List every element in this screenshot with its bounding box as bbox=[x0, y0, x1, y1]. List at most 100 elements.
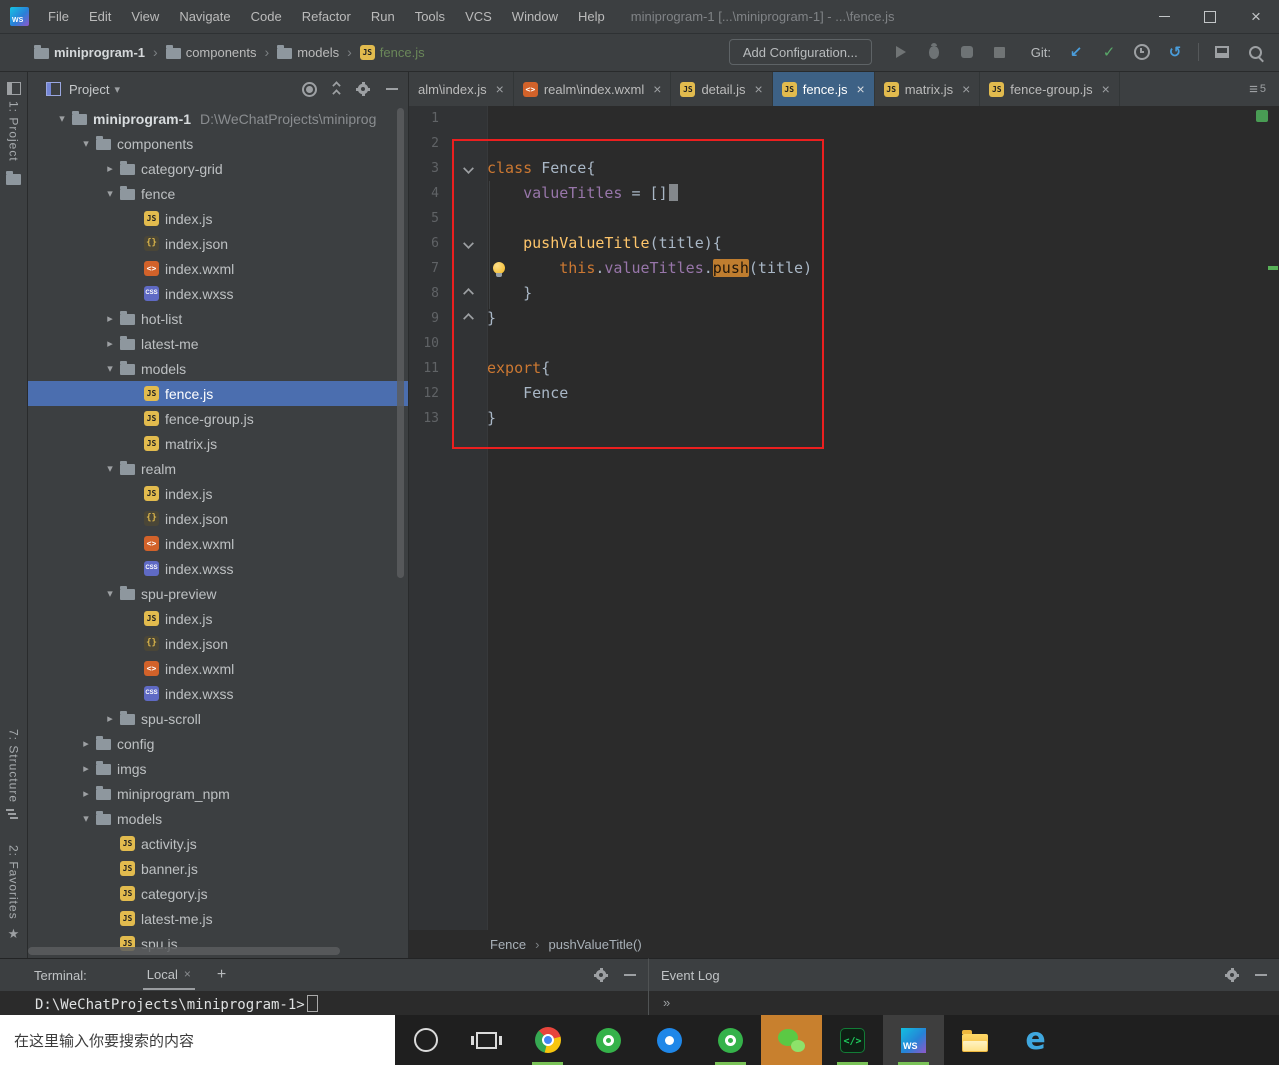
editor-tab-fence.js[interactable]: JS fence.js × bbox=[772, 72, 875, 106]
tree-item-category-grid[interactable]: ▸ category-grid bbox=[28, 156, 408, 181]
menu-navigate[interactable]: Navigate bbox=[169, 0, 240, 33]
tree-item-banner.js[interactable]: JS banner.js bbox=[28, 856, 408, 881]
terminal-minimize-button[interactable] bbox=[624, 974, 636, 976]
taskbar-task-view[interactable] bbox=[456, 1015, 517, 1065]
taskbar-wechat-devtools[interactable]: </> bbox=[822, 1015, 883, 1065]
tree-collapsed-arrow[interactable]: ▸ bbox=[100, 337, 120, 350]
tree-item-index.json[interactable]: {} index.json bbox=[28, 631, 408, 656]
scrollbar-thumb[interactable] bbox=[397, 108, 404, 578]
menu-refactor[interactable]: Refactor bbox=[292, 0, 361, 33]
editor-tab-detail.js[interactable]: JS detail.js × bbox=[671, 72, 773, 106]
project-settings-gear-icon[interactable] bbox=[356, 82, 370, 96]
tab-close-icon[interactable]: × bbox=[1102, 81, 1110, 97]
code-line-5[interactable]: 5 bbox=[409, 206, 1279, 231]
fold-start-icon[interactable] bbox=[463, 238, 474, 249]
hide-panel-button[interactable] bbox=[386, 88, 398, 90]
taskbar-blue-app[interactable] bbox=[639, 1015, 700, 1065]
tree-item-index.wxss[interactable]: CSS index.wxss bbox=[28, 556, 408, 581]
code-editor[interactable]: 1 2 3 class Fence{4 valueTitles = [] 5 6 push… bbox=[409, 106, 1279, 930]
vcs-commit-button[interactable]: ✓ bbox=[1099, 42, 1119, 62]
project-panel-title[interactable]: Project bbox=[69, 82, 109, 97]
tree-expanded-arrow[interactable]: ▾ bbox=[76, 812, 96, 825]
debug-button[interactable] bbox=[924, 42, 944, 62]
scrollbar-thumb[interactable] bbox=[28, 947, 340, 955]
tree-collapsed-arrow[interactable]: ▸ bbox=[100, 162, 120, 175]
menu-edit[interactable]: Edit bbox=[79, 0, 121, 33]
tree-item-spu-scroll[interactable]: ▸ spu-scroll bbox=[28, 706, 408, 731]
tree-item-latest-me.js[interactable]: JS latest-me.js bbox=[28, 906, 408, 931]
tab-close-icon[interactable]: × bbox=[653, 81, 661, 97]
stripe-folder-button[interactable] bbox=[6, 170, 21, 185]
tree-item-spu-preview[interactable]: ▾ spu-preview bbox=[28, 581, 408, 606]
tree-item-fence.js[interactable]: JS fence.js bbox=[28, 381, 408, 406]
terminal-settings-gear-icon[interactable] bbox=[594, 968, 608, 982]
taskbar-webstorm[interactable]: WS bbox=[883, 1015, 944, 1065]
breadcrumb-fence.js[interactable]: JS fence.js bbox=[359, 44, 425, 60]
tree-expanded-arrow[interactable]: ▾ bbox=[100, 462, 120, 475]
menu-help[interactable]: Help bbox=[568, 0, 615, 33]
editor-tab-realm-index.wxml[interactable]: <> realm\index.wxml × bbox=[513, 72, 672, 106]
breadcrumb-miniprogram-1[interactable]: miniprogram-1 bbox=[34, 44, 145, 60]
tree-item-fence[interactable]: ▾ fence bbox=[28, 181, 408, 206]
tree-item-latest-me[interactable]: ▸ latest-me bbox=[28, 331, 408, 356]
code-line-13[interactable]: 13} bbox=[409, 406, 1279, 431]
code-line-4[interactable]: 4 valueTitles = [] bbox=[409, 181, 1279, 206]
tree-item-index.wxss[interactable]: CSS index.wxss bbox=[28, 281, 408, 306]
tab-close-icon[interactable]: × bbox=[857, 81, 865, 97]
tree-item-miniprogram-1[interactable]: ▾ miniprogram-1 D:\WeChatProjects\miniprog bbox=[28, 106, 408, 131]
tree-item-components[interactable]: ▾ components bbox=[28, 131, 408, 156]
add-configuration-button[interactable]: Add Configuration... bbox=[728, 39, 872, 65]
tree-collapsed-arrow[interactable]: ▸ bbox=[100, 312, 120, 325]
taskbar-green-app-2[interactable] bbox=[700, 1015, 761, 1065]
taskbar-edge[interactable]: e bbox=[1005, 1015, 1066, 1065]
tree-item-config[interactable]: ▸ config bbox=[28, 731, 408, 756]
tree-item-imgs[interactable]: ▸ imgs bbox=[28, 756, 408, 781]
tree-item-matrix.js[interactable]: JS matrix.js bbox=[28, 431, 408, 456]
breadcrumb-item[interactable]: Fence bbox=[490, 937, 526, 952]
stripe-favorites-button[interactable]: 2: Favorites ★ bbox=[7, 845, 21, 942]
tab-close-icon[interactable]: × bbox=[184, 967, 191, 981]
breadcrumb-models[interactable]: models bbox=[277, 44, 339, 60]
layout-button[interactable] bbox=[1212, 42, 1232, 62]
tree-item-realm[interactable]: ▾ realm bbox=[28, 456, 408, 481]
hidden-tabs-button[interactable]: ≡ 5 bbox=[1236, 72, 1279, 106]
maximize-button[interactable] bbox=[1187, 0, 1233, 33]
stripe-project-button[interactable]: 1: Project bbox=[6, 82, 21, 162]
tree-item-hot-list[interactable]: ▸ hot-list bbox=[28, 306, 408, 331]
code-line-9[interactable]: 9} bbox=[409, 306, 1279, 331]
tree-item-models[interactable]: ▾ models bbox=[28, 356, 408, 381]
taskbar-wechat[interactable] bbox=[761, 1015, 822, 1065]
tree-item-index.js[interactable]: JS index.js bbox=[28, 206, 408, 231]
menu-code[interactable]: Code bbox=[241, 0, 292, 33]
code-line-12[interactable]: 12 Fence bbox=[409, 381, 1279, 406]
tree-expanded-arrow[interactable]: ▾ bbox=[52, 112, 72, 125]
tree-item-index.js[interactable]: JS index.js bbox=[28, 481, 408, 506]
code-line-11[interactable]: 11 export{ bbox=[409, 356, 1279, 381]
vcs-history-button[interactable] bbox=[1132, 42, 1152, 62]
vcs-rollback-button[interactable]: ↺ bbox=[1165, 42, 1185, 62]
code-line-7[interactable]: 7 this.valueTitles.push(title) bbox=[409, 256, 1279, 281]
code-line-10[interactable]: 10 bbox=[409, 331, 1279, 356]
code-line-6[interactable]: 6 pushValueTitle(title){ bbox=[409, 231, 1279, 256]
tree-item-fence-group.js[interactable]: JS fence-group.js bbox=[28, 406, 408, 431]
tree-item-index.json[interactable]: {} index.json bbox=[28, 231, 408, 256]
fold-end-icon[interactable] bbox=[463, 288, 474, 299]
stop-button[interactable] bbox=[990, 42, 1010, 62]
minimize-button[interactable] bbox=[1141, 0, 1187, 33]
taskbar-chrome[interactable] bbox=[517, 1015, 578, 1065]
tree-collapsed-arrow[interactable]: ▸ bbox=[76, 762, 96, 775]
close-button[interactable]: × bbox=[1233, 0, 1279, 33]
tree-item-index.wxml[interactable]: <> index.wxml bbox=[28, 256, 408, 281]
locate-file-button[interactable] bbox=[302, 81, 317, 97]
collapse-all-button[interactable] bbox=[332, 80, 341, 98]
code-line-8[interactable]: 8 } bbox=[409, 281, 1279, 306]
code-line-3[interactable]: 3 class Fence{ bbox=[409, 156, 1279, 181]
tab-close-icon[interactable]: × bbox=[755, 81, 763, 97]
new-terminal-button[interactable]: + bbox=[217, 966, 226, 984]
tree-item-index.wxml[interactable]: <> index.wxml bbox=[28, 531, 408, 556]
run-button[interactable] bbox=[891, 42, 911, 62]
code-line-2[interactable]: 2 bbox=[409, 131, 1279, 156]
tree-expanded-arrow[interactable]: ▾ bbox=[76, 137, 96, 150]
menu-vcs[interactable]: VCS bbox=[455, 0, 502, 33]
tree-item-activity.js[interactable]: JS activity.js bbox=[28, 831, 408, 856]
